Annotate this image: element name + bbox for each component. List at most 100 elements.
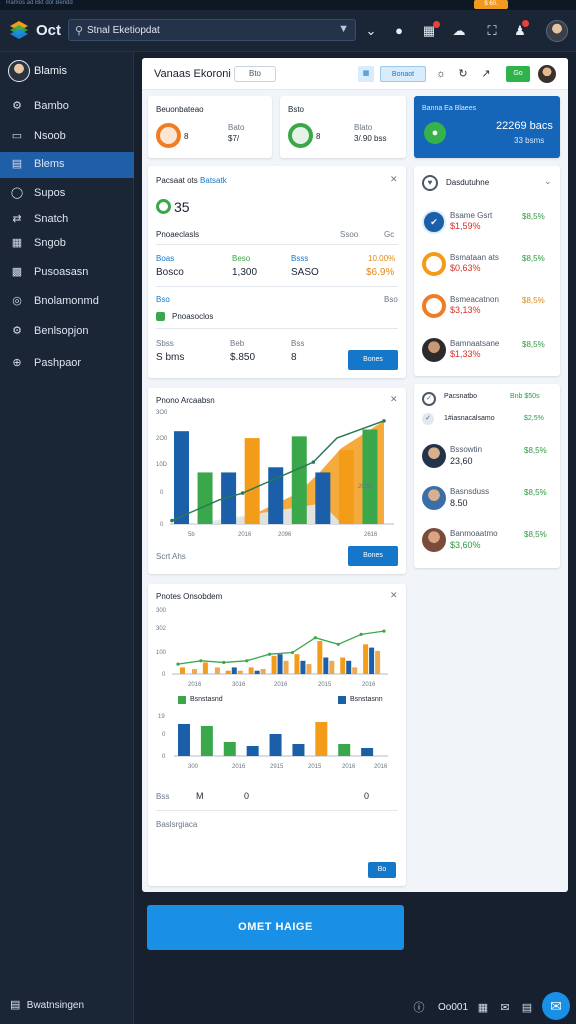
sun-icon[interactable]: ☼ bbox=[434, 67, 448, 81]
sidebar-item-supos[interactable]: ◯ Supos bbox=[0, 181, 134, 207]
line-point bbox=[240, 491, 245, 495]
list-item-name: Banmoaatmo bbox=[450, 529, 498, 538]
sidebar-item-pashpaor[interactable]: ⊕ Pashpaor bbox=[0, 351, 134, 377]
app-logo-icon[interactable] bbox=[8, 19, 30, 41]
budget-col-value: $6.9% bbox=[366, 267, 395, 278]
sidebar-item-label: Supos bbox=[34, 187, 66, 199]
chart-foot: Scrt Ahs bbox=[156, 552, 186, 561]
cta-label: OMET HAIGE bbox=[238, 921, 313, 933]
y-tick-label: 0 bbox=[162, 672, 166, 678]
cloud-icon[interactable]: ☁ bbox=[451, 23, 467, 39]
clipboard-icon: ▤ bbox=[10, 999, 21, 1011]
sidebar-item-label: Sngob bbox=[34, 237, 66, 249]
list-item-value: 8.50 bbox=[450, 498, 468, 508]
sidebar-item-bnolamonmd[interactable]: ◎ Bnolamonmd bbox=[0, 289, 134, 315]
x-tick-label: 2915 bbox=[270, 764, 284, 770]
bar bbox=[294, 654, 300, 674]
budget-foot-label: Beb bbox=[230, 339, 245, 348]
close-icon[interactable]: ✕ bbox=[390, 174, 398, 185]
chart-foot-label: 0 bbox=[364, 791, 370, 801]
x-tick-label: 2016 bbox=[374, 764, 388, 770]
budget-subtitle: Pnoaeclasls bbox=[156, 230, 200, 239]
chart-action-button[interactable]: Bones bbox=[348, 546, 398, 566]
clipboard-icon[interactable]: ▤ bbox=[520, 1001, 534, 1015]
go-button[interactable]: Go bbox=[506, 66, 530, 82]
folder-icon: ▦ bbox=[11, 237, 23, 249]
header-pill[interactable]: Bto bbox=[234, 66, 276, 82]
search-icon: ⚲ bbox=[75, 25, 84, 37]
bar bbox=[315, 472, 331, 524]
system-badge[interactable]: $ 60. bbox=[474, 0, 508, 9]
primary-cta-button[interactable]: OMET HAIGE bbox=[147, 905, 404, 950]
stat-label: Bato bbox=[228, 123, 245, 132]
highlight-card[interactable]: Banna Ea Blaees ● 22269 bacs 33 bsms bbox=[414, 96, 560, 158]
budget-col-label: Boas bbox=[156, 254, 175, 263]
sidebar-item-label: Bnolamonmd bbox=[34, 295, 99, 307]
stat-card[interactable]: Beuonbateao 8 Bato $7/ bbox=[148, 96, 272, 158]
sidebar-item-nsoob[interactable]: ▭ Nsoob bbox=[0, 124, 134, 150]
highlight-value: 22269 bacs bbox=[496, 120, 553, 132]
close-icon[interactable]: ✕ bbox=[390, 590, 398, 601]
info-icon[interactable]: ⓘ bbox=[412, 1001, 426, 1015]
edit-icon[interactable]: ↗ bbox=[479, 67, 493, 81]
avatar bbox=[422, 252, 446, 276]
bar bbox=[323, 657, 329, 674]
app-name: Oct bbox=[36, 22, 62, 39]
list-icon: ▤ bbox=[11, 158, 23, 170]
line-point bbox=[382, 419, 386, 423]
list-item-pct: $8,5% bbox=[522, 254, 545, 263]
sidebar-item-blems[interactable]: ▤ Blems bbox=[0, 152, 134, 178]
x-tick-label: 2016 bbox=[362, 682, 376, 688]
close-icon[interactable]: ✕ bbox=[390, 394, 398, 405]
search-dropdown-icon[interactable]: ▼ bbox=[338, 23, 349, 35]
budget-action-button[interactable]: Bones bbox=[348, 350, 398, 370]
bar bbox=[300, 660, 306, 674]
sidebar-user[interactable]: Blamis bbox=[8, 60, 128, 84]
grid-icon[interactable]: ▦ bbox=[358, 66, 374, 82]
search-input[interactable]: ⚲ Stnal Eketiopdat ▼ bbox=[68, 19, 356, 41]
headset-icon[interactable]: ● bbox=[391, 23, 407, 39]
plus-circle-icon: ⊕ bbox=[12, 357, 22, 369]
chevron-down-icon[interactable]: ⌄ bbox=[544, 176, 552, 187]
support-chat-icon[interactable]: ✉ bbox=[542, 992, 570, 1020]
budget-col-label: 10.00% bbox=[368, 254, 396, 263]
bar bbox=[180, 667, 185, 674]
button-label: Bones bbox=[363, 552, 383, 559]
chevron-down-icon[interactable]: ⌄ bbox=[363, 23, 379, 39]
page-title: Vanaas Ekoroni bbox=[154, 68, 231, 80]
share-icon[interactable]: ▦ bbox=[476, 1001, 490, 1015]
chart-action-button[interactable]: Bo bbox=[368, 862, 396, 878]
y-tick-label: 300 bbox=[156, 608, 167, 614]
avatar[interactable] bbox=[546, 20, 568, 42]
sidebar-footer[interactable]: ▤ Bwatnsingen bbox=[10, 998, 84, 1011]
bar bbox=[346, 660, 352, 674]
stat-card[interactable]: Bsto 8 Blato 3/.90 bss bbox=[280, 96, 406, 158]
line-point bbox=[267, 652, 272, 656]
sidebar-item-snatch[interactable]: ⇄ Snatch bbox=[0, 207, 134, 233]
refresh-icon[interactable]: ↻ bbox=[456, 67, 470, 81]
data-label: 2018 bbox=[358, 484, 372, 490]
y-tick-label: 0 bbox=[162, 732, 166, 738]
budget-col-value: Bosco bbox=[156, 267, 184, 278]
expand-icon[interactable]: ⛶ bbox=[484, 23, 500, 39]
budget-title-link[interactable]: Batsatk bbox=[200, 176, 227, 185]
stat-title: Bsto bbox=[288, 105, 305, 114]
header-tag-button[interactable]: Bonaot bbox=[380, 66, 426, 82]
sidebar-item-label: Benlsopjon bbox=[34, 325, 89, 337]
sidebar-item-benlsopjon[interactable]: ⚙ Benlsopjon bbox=[0, 319, 134, 345]
budget-card[interactable]: Pacsaat ots Batsatk ✕ 35 Pnoaeclasls Sso… bbox=[148, 166, 406, 378]
budget-foot-value: S bms bbox=[156, 352, 185, 363]
budget-tag-label: Pnoasoclos bbox=[172, 312, 214, 321]
sidebar-item-label: Blems bbox=[34, 158, 65, 170]
stat-ring bbox=[288, 123, 313, 148]
list-item-value: $3,13% bbox=[450, 305, 481, 315]
list-item-pct: $8,5% bbox=[524, 446, 547, 455]
sidebar-item-pusoasasn[interactable]: ▩ Pusoasasn bbox=[0, 260, 134, 286]
sidebar-item-sngob[interactable]: ▦ Sngob bbox=[0, 231, 134, 257]
sidebar-item-bambo[interactable]: ⚙ Bambo bbox=[0, 94, 134, 120]
sidebar-item-label: Bambo bbox=[34, 100, 69, 112]
chat-icon[interactable]: ✉ bbox=[498, 1001, 512, 1015]
list-title-right: Bnb $50s bbox=[510, 393, 540, 400]
list-item-name: Basnsduss bbox=[450, 487, 490, 496]
avatar[interactable] bbox=[538, 65, 556, 83]
